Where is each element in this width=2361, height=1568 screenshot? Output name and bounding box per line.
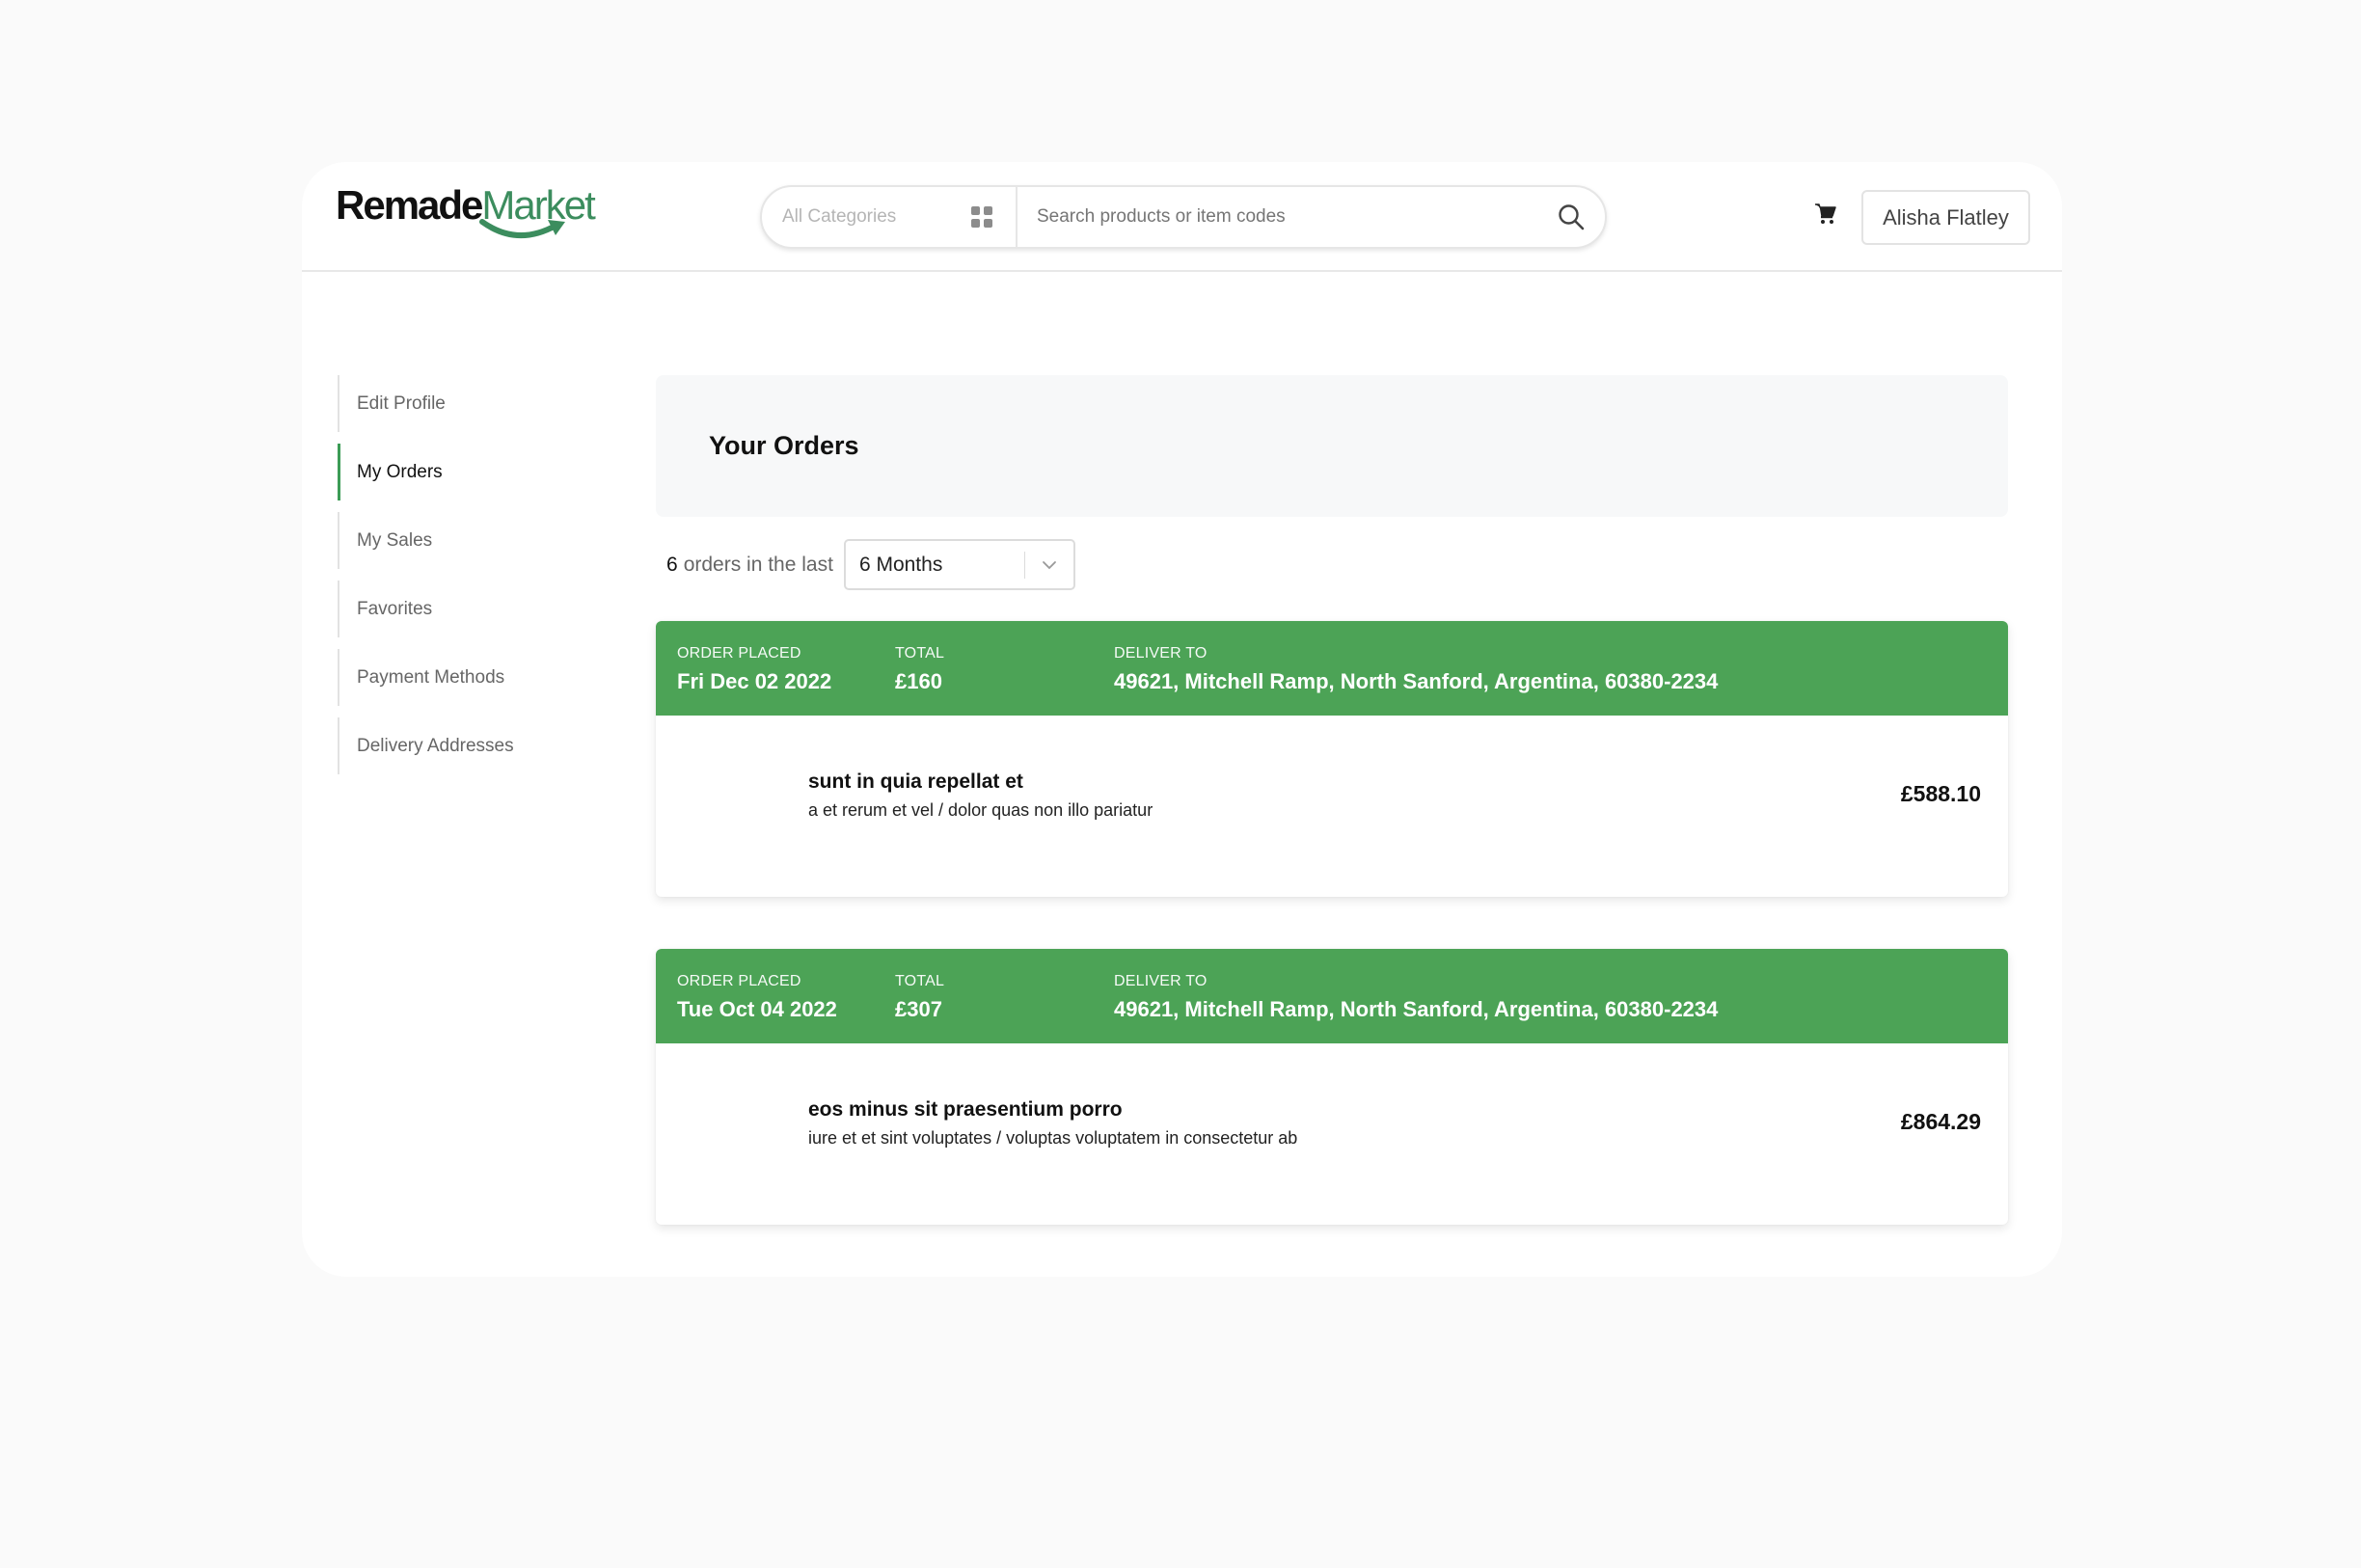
order-total: TOTAL £160 <box>895 645 944 694</box>
order-deliver-label: DELIVER TO <box>1114 973 1208 989</box>
order-placed-date: Tue Oct 04 2022 <box>677 997 837 1021</box>
logo[interactable]: RemadeMarket <box>336 182 596 238</box>
item-description: a et rerum et vel / dolor quas non illo … <box>808 800 1153 820</box>
order-deliver-address: 49621, Mitchell Ramp, North Sanford, Arg… <box>1114 997 1719 1021</box>
order-deliver-label: DELIVER TO <box>1114 645 1208 662</box>
order-total: TOTAL £307 <box>895 973 944 1022</box>
order-header: ORDER PLACED Tue Oct 04 2022 TOTAL £307 … <box>656 949 2008 1043</box>
order-total-value: £307 <box>895 997 942 1021</box>
orders-title-box: Your Orders <box>656 375 2008 517</box>
order-total-value: £160 <box>895 669 942 693</box>
sidebar-item-payment-methods[interactable]: Payment Methods <box>338 649 550 706</box>
sidebar-item-my-sales[interactable]: My Sales <box>338 512 550 569</box>
order-item: eos minus sit praesentium porro iure et … <box>656 1043 2008 1225</box>
grid-icon <box>971 206 992 228</box>
order-count-text: orders in the last <box>683 553 833 576</box>
order-deliver-to: DELIVER TO 49621, Mitchell Ramp, North S… <box>1114 645 1718 694</box>
order-card[interactable]: ORDER PLACED Tue Oct 04 2022 TOTAL £307 … <box>656 949 2008 1225</box>
item-description: iure et et sint voluptates / voluptas vo… <box>808 1128 1298 1148</box>
user-menu-button[interactable]: Alisha Flatley <box>1861 190 2030 245</box>
order-placed-date: Fri Dec 02 2022 <box>677 669 832 693</box>
logo-text-remade: Remade <box>336 182 483 228</box>
sidebar-item-favorites[interactable]: Favorites <box>338 581 550 637</box>
orders-panel: Your Orders 6 orders in the last 6 Month… <box>656 375 2008 1225</box>
sidebar-item-my-orders[interactable]: My Orders <box>338 444 550 500</box>
category-select[interactable]: All Categories <box>762 187 1018 247</box>
order-placed-label: ORDER PLACED <box>677 645 801 662</box>
sidebar-item-delivery-addresses[interactable]: Delivery Addresses <box>338 717 550 774</box>
category-label: All Categories <box>782 206 897 227</box>
order-deliver-address: 49621, Mitchell Ramp, North Sanford, Arg… <box>1114 669 1719 693</box>
order-card[interactable]: ORDER PLACED Fri Dec 02 2022 TOTAL £160 … <box>656 621 2008 897</box>
order-placed: ORDER PLACED Fri Dec 02 2022 <box>677 645 831 694</box>
order-total-label: TOTAL <box>895 645 945 662</box>
item-price: £864.29 <box>1900 1109 1981 1134</box>
item-price: £588.10 <box>1900 781 1981 806</box>
order-item: sunt in quia repellat et a et rerum et v… <box>656 716 2008 897</box>
order-deliver-to: DELIVER TO 49621, Mitchell Ramp, North S… <box>1114 973 1718 1022</box>
search-bar: All Categories <box>760 185 1607 249</box>
cart-icon[interactable] <box>1814 203 1837 226</box>
sidebar: Edit Profile My Orders My Sales Favorite… <box>338 375 550 786</box>
order-placed-label: ORDER PLACED <box>677 973 801 989</box>
logo-swoosh-icon <box>479 219 565 238</box>
order-placed: ORDER PLACED Tue Oct 04 2022 <box>677 973 837 1022</box>
chevron-down-icon <box>1025 560 1073 570</box>
order-count: 6 <box>666 553 678 576</box>
period-select-value: 6 Months <box>858 553 943 576</box>
item-name[interactable]: sunt in quia repellat et <box>808 770 1023 794</box>
page-title: Your Orders <box>709 431 859 460</box>
order-header: ORDER PLACED Fri Dec 02 2022 TOTAL £160 … <box>656 621 2008 716</box>
order-total-label: TOTAL <box>895 973 945 989</box>
app-window: RemadeMarket All Categories Alisha Flat <box>302 162 2062 1277</box>
item-name[interactable]: eos minus sit praesentium porro <box>808 1098 1123 1122</box>
sidebar-item-edit-profile[interactable]: Edit Profile <box>338 375 550 432</box>
orders-filter: 6 orders in the last 6 Months <box>656 539 1075 590</box>
period-select[interactable]: 6 Months <box>843 539 1075 590</box>
search-input[interactable] <box>1018 187 1557 247</box>
search-icon[interactable] <box>1557 203 1586 231</box>
header: RemadeMarket All Categories Alisha Flat <box>302 162 2062 272</box>
